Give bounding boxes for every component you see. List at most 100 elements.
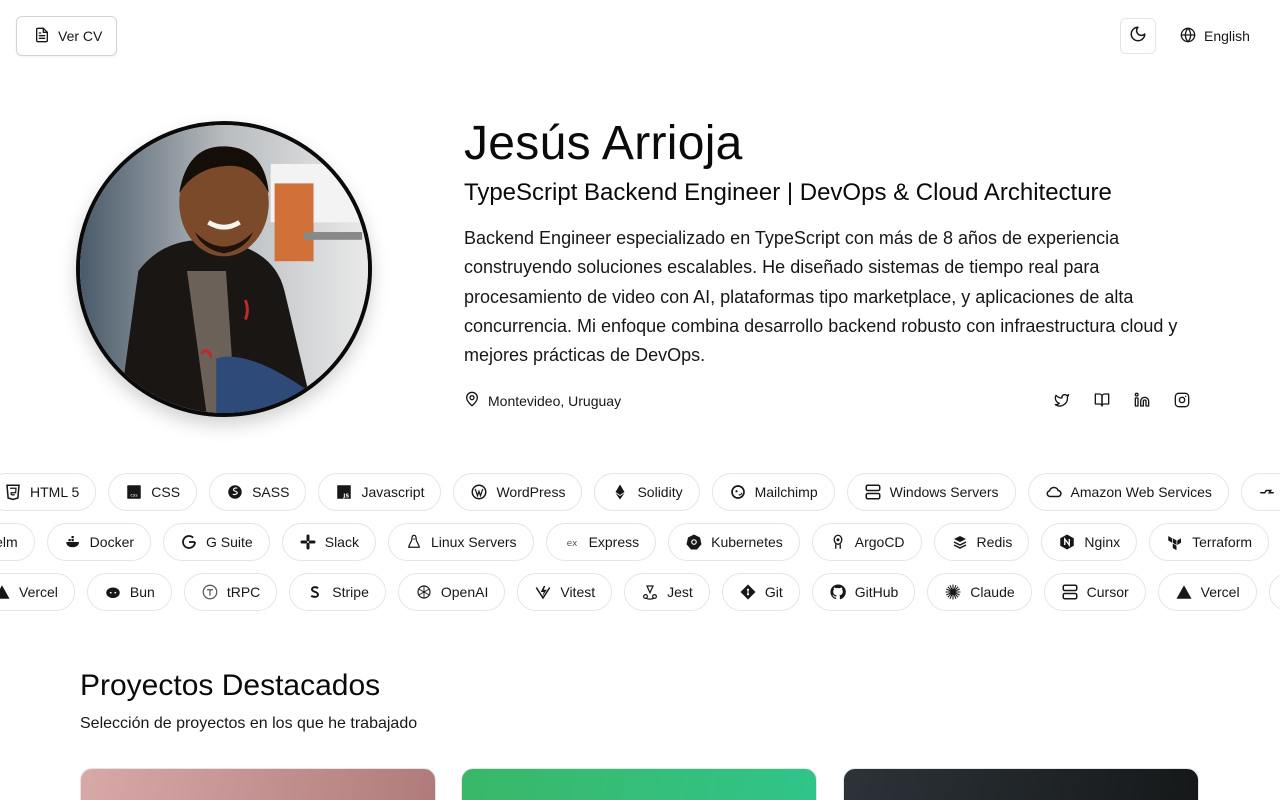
blog-link[interactable] bbox=[1084, 382, 1120, 422]
tech-chip-label: GitHub bbox=[854, 584, 899, 600]
language-label: English bbox=[1204, 28, 1250, 44]
tech-chip-label: Javascript bbox=[361, 484, 425, 500]
twitter-link[interactable] bbox=[1044, 382, 1080, 422]
javascript-icon: JS bbox=[335, 483, 353, 501]
google-icon bbox=[180, 533, 198, 551]
tech-chip-label: Kubernetes bbox=[711, 534, 783, 550]
server-icon bbox=[1061, 583, 1079, 601]
theme-toggle-button[interactable] bbox=[1120, 18, 1156, 54]
location: Montevideo, Uruguay bbox=[464, 391, 621, 410]
twitter-icon bbox=[1054, 392, 1070, 413]
tech-track: HTML 5 css CSS SASS JS Javascript WordPress Sol… bbox=[0, 473, 1280, 511]
book-icon bbox=[1094, 392, 1110, 413]
slack-icon bbox=[299, 533, 317, 551]
vercel-icon bbox=[1175, 583, 1193, 601]
instagram-link[interactable] bbox=[1164, 382, 1200, 422]
tech-chip: Bun bbox=[86, 573, 172, 611]
tech-chip-label: SASS bbox=[252, 484, 290, 500]
openai-icon bbox=[415, 583, 433, 601]
tech-row-2: Helm Docker G Suite Slack Linux Servers ex Exp… bbox=[0, 523, 1280, 563]
jest-icon bbox=[641, 583, 659, 601]
svg-text:css: css bbox=[131, 494, 139, 499]
argocd-icon bbox=[829, 533, 847, 551]
social-links bbox=[1044, 382, 1200, 422]
tech-chip-label: Slack bbox=[324, 534, 359, 550]
linux-icon bbox=[405, 533, 423, 551]
tech-chip-label: Linux Servers bbox=[430, 534, 517, 550]
ethereum-icon bbox=[611, 483, 629, 501]
tech-chip: SASS bbox=[209, 473, 307, 511]
projects-title: Proyectos Destacados bbox=[80, 669, 381, 702]
document-icon bbox=[34, 27, 50, 46]
cpanel-icon bbox=[1258, 483, 1276, 501]
tech-chip: Mailchimp bbox=[711, 473, 835, 511]
tech-chip: tRPC bbox=[183, 573, 278, 611]
trpc-icon bbox=[201, 583, 219, 601]
vitest-icon bbox=[534, 583, 552, 601]
tech-chip: Stripe bbox=[289, 573, 386, 611]
project-card[interactable] bbox=[80, 768, 436, 800]
tech-chip: G Suite bbox=[163, 523, 270, 561]
mailchimp-icon bbox=[729, 483, 747, 501]
tech-chip: Linux Servers bbox=[387, 523, 534, 561]
tech-chip-label: Mailchimp bbox=[754, 484, 818, 500]
svg-text:JS: JS bbox=[343, 493, 350, 499]
tech-chip-label: Vitest bbox=[560, 584, 596, 600]
view-cv-button[interactable]: Ver CV bbox=[16, 16, 117, 56]
profile-name: Jesús Arrioja bbox=[464, 117, 743, 170]
profile-bio: Backend Engineer especializado en TypeSc… bbox=[464, 228, 1178, 366]
tech-chip-label: Windows Servers bbox=[889, 484, 999, 500]
top-bar: Ver CV English bbox=[0, 0, 1280, 72]
tech-chip: CPanel bbox=[1240, 473, 1280, 511]
linkedin-icon bbox=[1134, 392, 1150, 413]
tech-chip-label: Claude bbox=[970, 584, 1015, 600]
project-card[interactable] bbox=[843, 768, 1199, 800]
github-icon bbox=[829, 583, 847, 601]
express-icon: ex bbox=[563, 533, 581, 551]
tech-chip: Solidity bbox=[594, 473, 700, 511]
tech-chip: Vercel bbox=[1157, 573, 1257, 611]
git-icon bbox=[739, 583, 757, 601]
css-icon: css bbox=[125, 483, 143, 501]
linkedin-link[interactable] bbox=[1124, 382, 1160, 422]
tech-chip-label: Git bbox=[764, 584, 783, 600]
tech-chip: Cursor bbox=[1043, 573, 1146, 611]
docker-icon bbox=[64, 533, 82, 551]
project-card[interactable] bbox=[461, 768, 817, 800]
tech-chip-label: WordPress bbox=[496, 484, 566, 500]
tech-chip: css CSS bbox=[108, 473, 198, 511]
tech-chip: Slack bbox=[281, 523, 376, 561]
sass-icon bbox=[226, 483, 244, 501]
tech-chip: Terraform bbox=[1149, 523, 1270, 561]
profile-photo bbox=[76, 121, 372, 417]
tech-chip-label: Helm bbox=[0, 534, 18, 550]
tech-chip-label: Bun bbox=[129, 584, 155, 600]
tech-chip: OpenAI bbox=[397, 573, 506, 611]
wordpress-icon bbox=[470, 483, 488, 501]
tech-chip-label: Jest bbox=[667, 584, 693, 600]
tech-chip-label: tRPC bbox=[226, 584, 261, 600]
tech-chip: GitHub bbox=[811, 573, 916, 611]
tech-chip: HTML 5 bbox=[0, 473, 97, 511]
tech-chip: Bun bbox=[1268, 573, 1280, 611]
tech-chip: Vercel bbox=[0, 573, 75, 611]
map-pin-icon bbox=[464, 391, 480, 410]
tech-chip-label: Stripe bbox=[332, 584, 369, 600]
tech-chip: Redis bbox=[933, 523, 1030, 561]
html5-icon bbox=[4, 483, 22, 501]
profile-role: TypeScript Backend Engineer | DevOps & C… bbox=[464, 179, 1112, 206]
view-cv-label: Ver CV bbox=[58, 28, 103, 44]
tech-chip: Nginx bbox=[1041, 523, 1138, 561]
tech-chip-label: HTML 5 bbox=[30, 484, 80, 500]
location-label: Montevideo, Uruguay bbox=[488, 392, 622, 409]
bun-icon bbox=[104, 583, 122, 601]
globe-icon bbox=[1180, 27, 1196, 46]
tech-chip-label: ArgoCD bbox=[854, 534, 905, 550]
tech-chip: Docker bbox=[46, 523, 152, 561]
tech-chip: Vitest bbox=[517, 573, 613, 611]
moon-icon bbox=[1129, 25, 1147, 48]
tech-chip-label: Express bbox=[588, 534, 640, 550]
tech-chip-label: Amazon Web Services bbox=[1070, 484, 1212, 500]
tech-chip-label: CSS bbox=[151, 484, 181, 500]
language-switch-button[interactable]: English bbox=[1172, 18, 1258, 54]
